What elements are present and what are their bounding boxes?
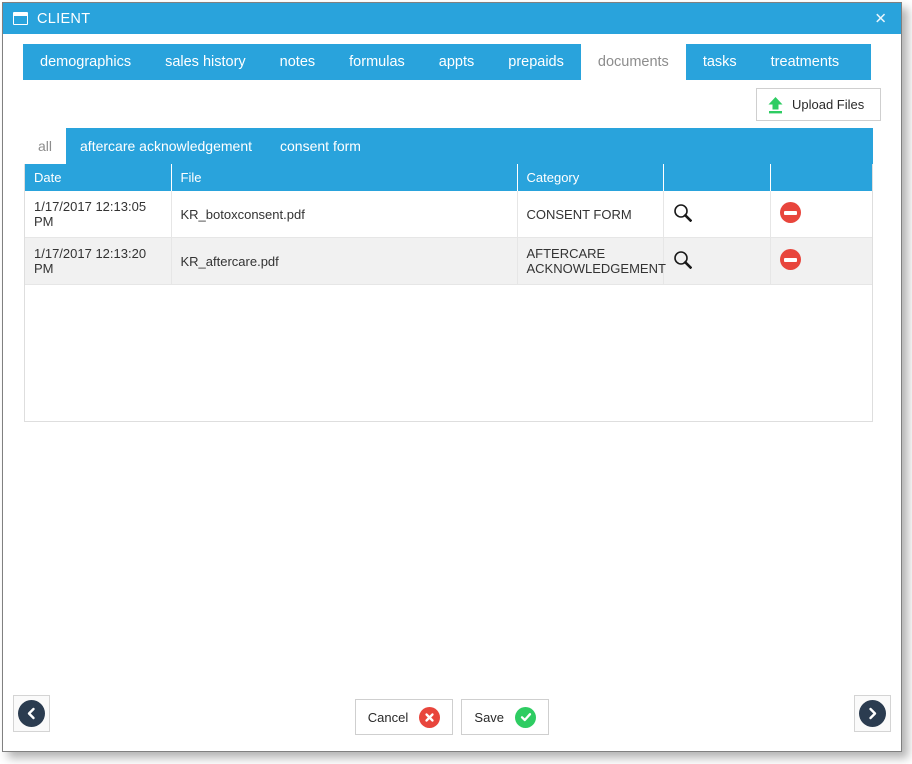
subtab-label: aftercare acknowledgement: [80, 138, 253, 154]
column-header-file[interactable]: File: [171, 164, 518, 191]
tab-label: sales history: [165, 54, 246, 70]
tab-notes[interactable]: notes: [263, 44, 332, 80]
tab-label: tasks: [702, 54, 737, 70]
tab-sales-history[interactable]: sales history: [148, 44, 263, 80]
cell-category: AFTERCARE ACKNOWLEDGEMENT: [517, 237, 666, 285]
tab-formulas[interactable]: formulas: [332, 44, 422, 80]
subtab-all[interactable]: all: [24, 128, 67, 164]
save-button[interactable]: Save: [461, 699, 550, 735]
cell-date: 1/17/2017 12:13:20 PM: [25, 237, 172, 285]
table-row[interactable]: 1/17/2017 12:13:05 PM KR_botoxconsent.pd…: [25, 191, 872, 238]
subtab-consent-form[interactable]: consent form: [266, 128, 375, 164]
chevron-right-icon: [859, 700, 886, 727]
cell-date: 1/17/2017 12:13:05 PM: [25, 191, 172, 238]
tab-treatments[interactable]: treatments: [754, 44, 857, 80]
cell-view: [663, 191, 771, 238]
tab-label: formulas: [349, 54, 405, 70]
column-header-category[interactable]: Category: [517, 164, 664, 191]
upload-files-label: Upload Files: [792, 97, 865, 112]
next-record-button[interactable]: [854, 695, 891, 732]
cancel-button[interactable]: Cancel: [354, 699, 454, 735]
tab-demographics[interactable]: demographics: [23, 44, 148, 80]
magnifier-icon[interactable]: [673, 250, 692, 270]
close-icon[interactable]: ✕: [874, 11, 887, 26]
tab-prepaids[interactable]: prepaids: [491, 44, 581, 80]
tab-label: treatments: [770, 54, 840, 70]
client-window: CLIENT ✕ demographics sales history note…: [2, 2, 902, 752]
cell-view: [663, 237, 771, 285]
upload-files-button[interactable]: Upload Files: [756, 88, 881, 121]
cell-file: KR_botoxconsent.pdf: [171, 191, 518, 238]
column-header-view: [663, 164, 771, 191]
column-header-date[interactable]: Date: [25, 164, 172, 191]
tab-label: demographics: [40, 54, 132, 70]
upload-arrow-icon: [767, 96, 784, 114]
close-circle-icon: [419, 706, 441, 728]
cell-delete: [770, 237, 872, 285]
tab-label: documents: [597, 54, 669, 70]
tab-label: notes: [279, 54, 316, 70]
screen: CLIENT ✕ demographics sales history note…: [0, 0, 912, 764]
column-header-delete: [770, 164, 872, 191]
cell-file: KR_aftercare.pdf: [171, 237, 518, 285]
main-tabs: demographics sales history notes formula…: [23, 44, 871, 80]
cell-category: CONSENT FORM: [517, 191, 664, 238]
page-title: CLIENT: [37, 10, 91, 27]
magnifier-icon[interactable]: [673, 203, 692, 223]
table-header-row: Date File Category: [25, 164, 872, 191]
tab-label: prepaids: [508, 54, 564, 70]
save-label: Save: [474, 709, 505, 725]
cell-delete: [770, 191, 872, 238]
tab-label: appts: [438, 54, 475, 70]
check-circle-icon: [515, 706, 537, 728]
delete-icon[interactable]: [779, 202, 801, 223]
subtab-label: all: [38, 138, 53, 154]
tab-documents[interactable]: documents: [580, 44, 686, 80]
subtab-label: consent form: [280, 138, 361, 154]
table-row[interactable]: 1/17/2017 12:13:20 PM KR_aftercare.pdf A…: [25, 237, 872, 285]
documents-grid: Date File Category 1/17/2017 12:13:05 PM…: [24, 164, 873, 422]
delete-icon[interactable]: [779, 249, 801, 270]
tab-appts[interactable]: appts: [422, 44, 491, 80]
window-icon: [13, 12, 28, 25]
title-bar: CLIENT ✕: [3, 3, 901, 34]
subtab-aftercare-acknowledgement[interactable]: aftercare acknowledgement: [66, 128, 266, 164]
document-filter-tabs: all aftercare acknowledgement consent fo…: [24, 128, 873, 164]
tab-tasks[interactable]: tasks: [686, 44, 754, 80]
cancel-label: Cancel: [367, 709, 409, 725]
footer-actions: Cancel Save: [3, 699, 901, 735]
